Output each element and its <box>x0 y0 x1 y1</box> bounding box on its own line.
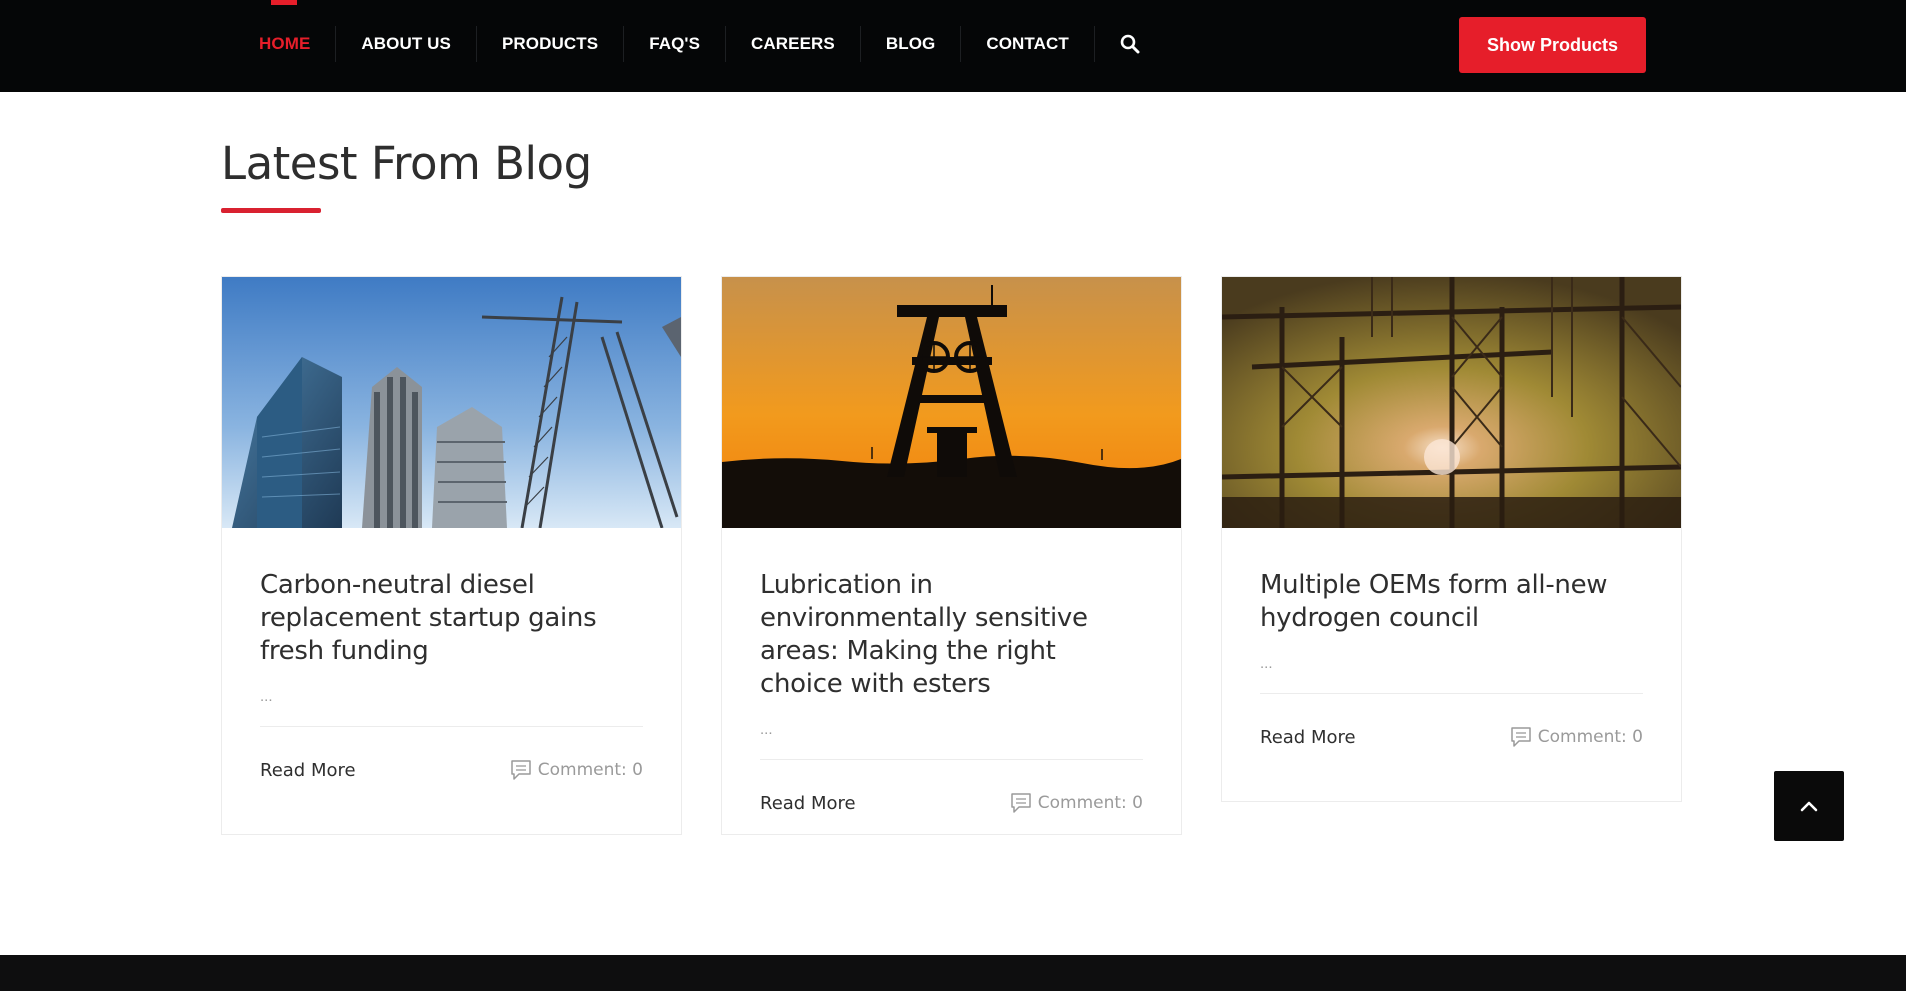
section-title: Latest From Blog <box>221 137 592 190</box>
read-more-link[interactable]: Read More <box>260 760 356 781</box>
blog-card: Carbon-neutral diesel replacement startu… <box>221 276 682 835</box>
top-navbar: HOME ABOUT US PRODUCTS FAQ'S CAREERS BLO… <box>0 0 1906 92</box>
comment-count[interactable]: Comment: 0 <box>1010 792 1143 814</box>
blog-card-body: Multiple OEMs form all-new hydrogen coun… <box>1222 528 1681 780</box>
chevron-up-icon <box>1800 801 1818 812</box>
read-more-link[interactable]: Read More <box>1260 727 1356 748</box>
comment-label: Comment: 0 <box>1537 727 1643 747</box>
blog-card-footer: Read More Comment: 0 <box>260 727 643 813</box>
search-icon[interactable] <box>1093 26 1165 62</box>
blog-card-title[interactable]: Multiple OEMs form all-new hydrogen coun… <box>1260 569 1643 635</box>
comment-icon <box>511 760 531 780</box>
comment-count[interactable]: Comment: 0 <box>1510 726 1643 748</box>
nav-item-careers[interactable]: CAREERS <box>725 26 860 62</box>
blog-card-footer: Read More Comment: 0 <box>1260 694 1643 780</box>
main-nav: HOME ABOUT US PRODUCTS FAQ'S CAREERS BLO… <box>235 0 1165 88</box>
comment-label: Comment: 0 <box>1037 793 1143 813</box>
blog-card-excerpt: ... <box>260 688 273 705</box>
blog-card: Multiple OEMs form all-new hydrogen coun… <box>1221 276 1682 802</box>
show-products-button[interactable]: Show Products <box>1459 17 1646 73</box>
blog-card-body: Lubrication in environmentally sensitive… <box>722 528 1181 846</box>
read-more-link[interactable]: Read More <box>760 793 856 814</box>
blog-card-excerpt: ... <box>1260 655 1273 672</box>
blog-card-footer: Read More Comment: 0 <box>760 760 1143 846</box>
blog-card-title[interactable]: Lubrication in environmentally sensitive… <box>760 569 1143 701</box>
comment-label: Comment: 0 <box>537 760 643 780</box>
nav-item-faqs[interactable]: FAQ'S <box>623 26 725 62</box>
blog-card-body: Carbon-neutral diesel replacement startu… <box>222 528 681 813</box>
comment-icon <box>1011 793 1031 813</box>
title-underline <box>221 208 321 213</box>
blog-card-excerpt: ... <box>760 721 773 738</box>
nav-item-contact[interactable]: CONTACT <box>960 26 1094 62</box>
footer <box>0 955 1906 991</box>
nav-item-products[interactable]: PRODUCTS <box>475 26 623 62</box>
blog-card-title[interactable]: Carbon-neutral diesel replacement startu… <box>260 569 643 668</box>
blog-card-image-mine-headframe[interactable] <box>722 277 1181 528</box>
blog-card: Lubrication in environmentally sensitive… <box>721 276 1182 835</box>
blog-card-image-construction-cranes[interactable] <box>222 277 681 528</box>
comment-icon <box>1511 727 1531 747</box>
comment-count[interactable]: Comment: 0 <box>510 759 643 781</box>
nav-item-about-us[interactable]: ABOUT US <box>335 26 476 62</box>
back-to-top-button[interactable] <box>1774 771 1844 841</box>
blog-card-image-steel-structure[interactable] <box>1222 277 1681 528</box>
nav-item-home[interactable]: HOME <box>235 26 335 62</box>
nav-item-blog[interactable]: BLOG <box>859 26 961 62</box>
